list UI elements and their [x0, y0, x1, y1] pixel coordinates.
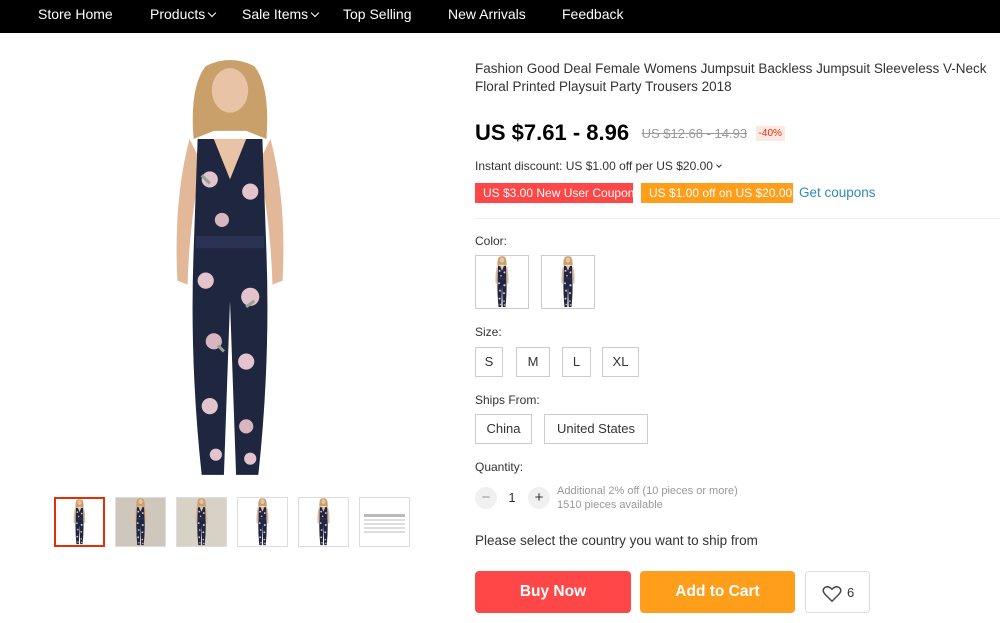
nav-top-selling[interactable]: Top Selling — [343, 0, 412, 28]
color-label: Color: — [475, 234, 508, 248]
size-option-s[interactable]: S — [475, 347, 503, 377]
nav-store-home[interactable]: Store Home — [38, 0, 113, 28]
size-option-xl[interactable]: XL — [602, 347, 639, 377]
bulk-discount-note: Additional 2% off (10 pieces or more) — [557, 485, 738, 497]
quantity-label: Quantity: — [475, 460, 524, 474]
size-option-l[interactable]: L — [562, 347, 591, 377]
top-nav: Store Home Products Sale Items Top Selli… — [0, 0, 1000, 33]
product-title: Fashion Good Deal Female Womens Jumpsuit… — [475, 61, 987, 94]
quantity-decrease-button[interactable]: − — [475, 487, 497, 509]
store-coupon[interactable]: US $1.00 off on US $20.00 — [639, 183, 795, 203]
ship-option-united-states[interactable]: United States — [544, 414, 648, 444]
get-coupons-link[interactable]: Get coupons — [799, 185, 876, 200]
thumbnail-5[interactable] — [298, 497, 349, 547]
color-option-2[interactable] — [541, 255, 595, 309]
buy-now-button[interactable]: Buy Now — [475, 571, 631, 613]
add-to-cart-button[interactable]: Add to Cart — [640, 571, 795, 613]
original-price: US $12.68 - 14.93 — [641, 125, 748, 141]
wishlist-count: 6 — [847, 585, 855, 600]
quantity-increase-button[interactable]: + — [528, 487, 550, 509]
thumbnail-1[interactable] — [54, 497, 105, 547]
size-option-m[interactable]: M — [516, 347, 550, 377]
discount-badge: -40% — [755, 125, 785, 141]
new-user-coupon[interactable]: US $3.00 New User Coupon — [473, 183, 635, 203]
size-label: Size: — [475, 325, 502, 339]
chevron-down-icon — [310, 8, 320, 18]
price-row: US $7.61 - 8.96 US $12.68 - 14.93 -40% — [475, 120, 785, 146]
thumbnail-2[interactable] — [115, 497, 166, 547]
main-product-image — [128, 58, 332, 483]
nav-new-arrivals[interactable]: New Arrivals — [448, 0, 526, 28]
heart-icon — [822, 586, 842, 602]
thumbnail-4[interactable] — [237, 497, 288, 547]
chevron-down-icon — [716, 162, 722, 168]
wishlist-button[interactable]: 6 — [805, 571, 870, 613]
size-chart-icon — [364, 514, 405, 533]
ships-from-label: Ships From: — [475, 393, 540, 407]
nav-products[interactable]: Products — [150, 0, 217, 28]
instant-discount[interactable]: Instant discount: US $1.00 off per US $2… — [475, 159, 722, 173]
nav-sale-items[interactable]: Sale Items — [242, 0, 320, 28]
thumbnail-size-chart[interactable] — [359, 497, 410, 547]
color-option-1[interactable] — [475, 255, 529, 309]
quantity-value[interactable]: 1 — [502, 490, 522, 505]
stock-available: 1510 pieces available — [557, 499, 663, 511]
divider — [475, 218, 1000, 219]
ship-option-china[interactable]: China — [475, 414, 532, 444]
nav-feedback[interactable]: Feedback — [562, 0, 623, 28]
thumbnail-3[interactable] — [176, 497, 227, 547]
chevron-down-icon — [208, 8, 217, 18]
price: US $7.61 - 8.96 — [475, 120, 630, 145]
ship-country-message: Please select the country you want to sh… — [475, 533, 758, 548]
